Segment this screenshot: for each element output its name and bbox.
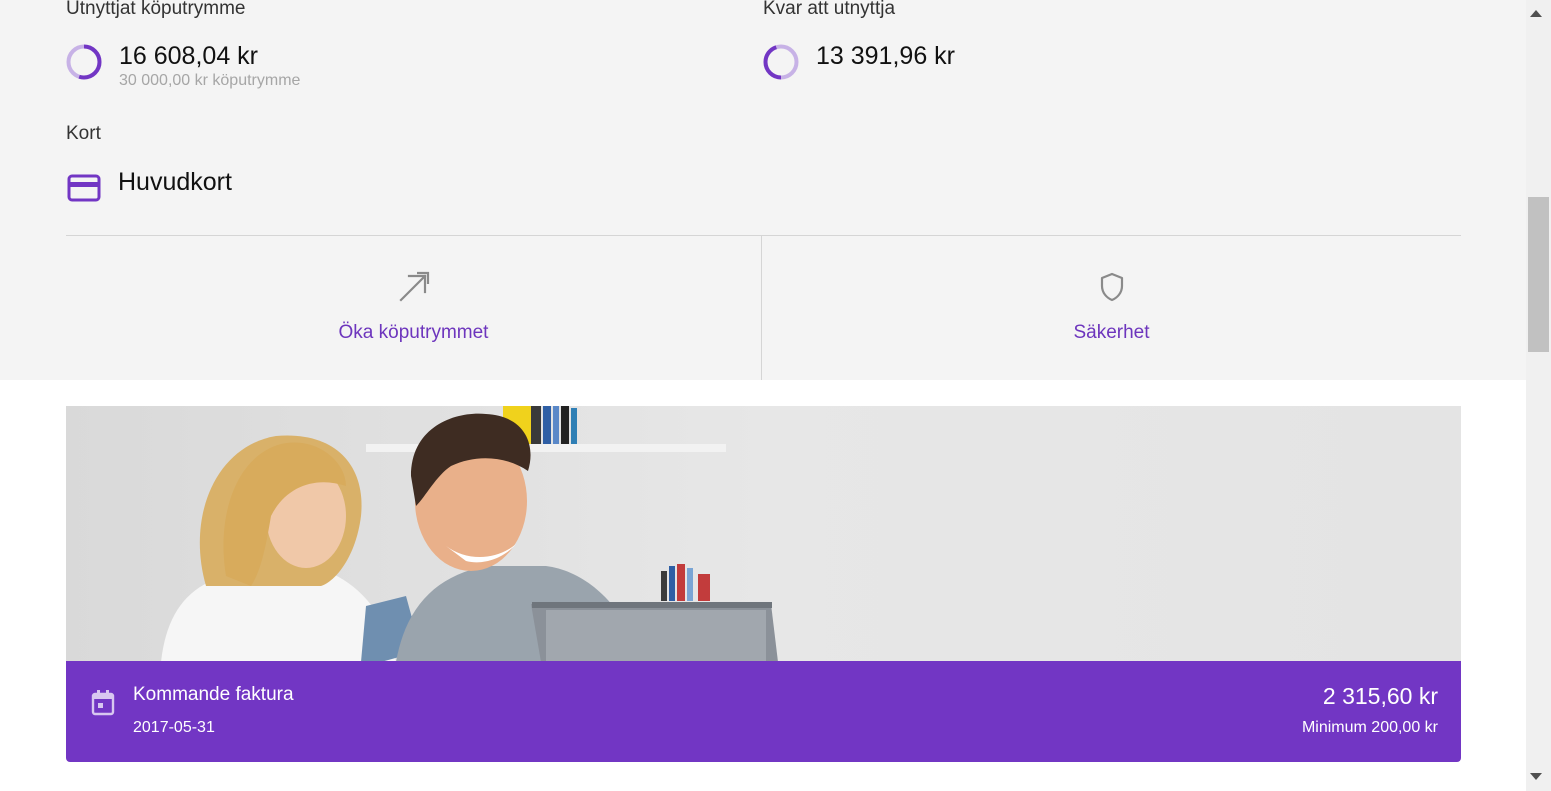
security-label: Säkerhet bbox=[1073, 322, 1150, 343]
scrollbar[interactable] bbox=[1526, 0, 1551, 791]
remaining-credit-ring-icon bbox=[763, 44, 799, 80]
shield-icon bbox=[1100, 272, 1124, 302]
used-credit-label: Utnyttjat köputrymme bbox=[66, 0, 246, 19]
credit-card-icon bbox=[67, 174, 101, 202]
credit-limit-text: 30 000,00 kr köputrymme bbox=[119, 72, 301, 89]
calendar-icon bbox=[91, 690, 115, 716]
invoice-date: 2017-05-31 bbox=[133, 719, 215, 736]
invoice-minimum-amount: Minimum 200,00 kr bbox=[1301, 719, 1438, 736]
increase-credit-label: Öka köputrymmet bbox=[338, 322, 489, 343]
remaining-credit-label: Kvar att utnyttja bbox=[763, 0, 896, 19]
upcoming-invoice-banner[interactable]: Kommande faktura 2017-05-31 2 315,60 kr … bbox=[66, 661, 1461, 762]
scroll-down-arrow-icon[interactable] bbox=[1530, 773, 1542, 780]
increase-credit-button[interactable]: Öka köputrymmet bbox=[66, 236, 761, 380]
security-button[interactable]: Säkerhet bbox=[762, 236, 1461, 380]
arrow-up-right-icon bbox=[399, 271, 430, 302]
used-credit-amount: 16 608,04 kr bbox=[119, 42, 258, 70]
invoice-title: Kommande faktura bbox=[133, 684, 294, 705]
remaining-credit-amount: 13 391,96 kr bbox=[816, 42, 955, 70]
used-credit-ring-icon bbox=[66, 44, 102, 80]
invoice-amount: 2 315,60 kr bbox=[1322, 683, 1438, 709]
card-label: Kort bbox=[66, 123, 101, 144]
scrollbar-thumb[interactable] bbox=[1528, 197, 1549, 352]
card-name: Huvudkort bbox=[118, 168, 232, 196]
scroll-up-arrow-icon[interactable] bbox=[1530, 10, 1542, 17]
hero-illustration bbox=[66, 406, 1461, 662]
hero-image bbox=[66, 406, 1461, 662]
